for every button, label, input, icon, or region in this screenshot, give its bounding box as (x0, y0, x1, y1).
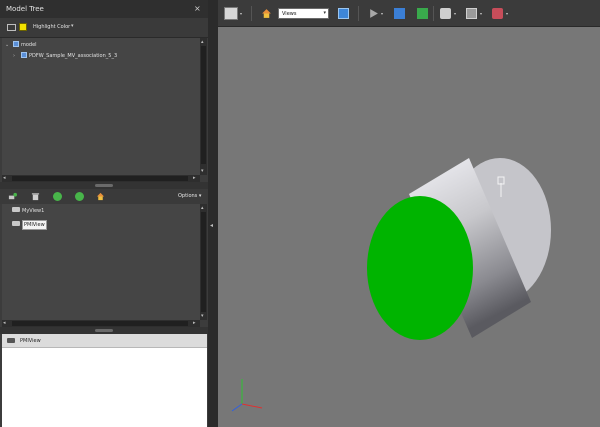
previous-view-icon[interactable] (53, 192, 62, 201)
views-select[interactable]: Views ▾ (278, 8, 329, 19)
navigation-mode-icon[interactable] (440, 8, 451, 19)
trash-icon[interactable] (31, 192, 40, 201)
model-tree-toolbar: Highlight Color ▾ (0, 18, 208, 38)
scroll-thumb[interactable] (12, 321, 188, 326)
main-toolbar: ▾ Views ▾ ▾ ▾ ▾ ▾ (218, 0, 600, 27)
options-menu[interactable]: Options ▾ (178, 193, 201, 199)
view-label: PMIView (22, 220, 47, 230)
splitter-grip[interactable] (95, 329, 113, 332)
chevron-down-icon[interactable]: ▾ (506, 11, 508, 16)
3d-viewport[interactable] (218, 27, 600, 427)
scroll-down-icon[interactable]: ▾ (201, 313, 204, 319)
render-mode-icon[interactable] (394, 8, 405, 19)
panel-splitter[interactable] (0, 327, 208, 334)
views-list: MyView1 PMIView (2, 204, 200, 320)
views-select-value: Views (282, 11, 297, 17)
tree-item-model[interactable]: ⌄ model (5, 41, 37, 51)
part-icon (21, 52, 27, 58)
views-vertical-scrollbar[interactable]: ▴ ▾ (200, 204, 207, 320)
scroll-left-icon[interactable]: ◂ (3, 175, 6, 181)
scroll-right-icon[interactable]: ▸ (193, 320, 196, 326)
scroll-up-icon[interactable]: ▴ (201, 205, 204, 211)
collapse-icon[interactable]: ⌄ (5, 42, 13, 48)
tree-item-label: model (21, 42, 37, 48)
view-label: MyView1 (22, 208, 45, 214)
views-toolbar: Options ▾ (0, 189, 208, 204)
scroll-thumb[interactable] (12, 176, 188, 181)
view-item-pmiview[interactable]: PMIView (12, 220, 47, 230)
collapse-left-icon[interactable]: ◂ (210, 222, 213, 229)
z-axis-line (231, 403, 243, 412)
x-axis-line (241, 403, 263, 409)
home-icon[interactable] (96, 192, 105, 201)
scroll-left-icon[interactable]: ◂ (3, 320, 6, 326)
pmi-panel-title: PMIView (20, 338, 41, 344)
model-icon (13, 41, 19, 47)
scroll-up-icon[interactable]: ▴ (201, 39, 204, 45)
scroll-thumb[interactable] (201, 46, 206, 164)
toolbar-separator (433, 6, 434, 21)
tree-horizontal-scrollbar[interactable]: ◂ ▸ (2, 175, 200, 182)
chevron-down-icon[interactable]: ▾ (323, 10, 326, 16)
model-tree-header: Model Tree × (0, 0, 208, 18)
expand-icon[interactable]: › (13, 53, 21, 59)
pmi-panel-body (2, 348, 207, 427)
tree-item-part[interactable]: › PDFW_Sample_MV_association_5_3 (13, 52, 117, 62)
orientation-icon[interactable] (224, 7, 238, 20)
chevron-down-icon[interactable]: ▾ (71, 23, 74, 29)
model-tree-toggle-icon[interactable] (338, 8, 349, 19)
chevron-down-icon[interactable]: ▾ (480, 11, 482, 16)
paint-icon[interactable] (492, 8, 503, 19)
toolbar-separator (358, 6, 359, 21)
left-panel: Model Tree × Highlight Color ▾ ⌄ model › P… (0, 0, 208, 427)
add-view-icon[interactable] (8, 192, 17, 201)
scroll-right-icon[interactable]: ▸ (193, 175, 196, 181)
chevron-down-icon[interactable]: ▾ (454, 11, 456, 16)
panel-splitter[interactable] (0, 182, 208, 189)
model-tree-title: Model Tree (6, 5, 44, 13)
play-icon[interactable] (368, 8, 379, 19)
camera-icon (12, 207, 20, 212)
tree-vertical-scrollbar[interactable]: ▴ ▾ (200, 38, 207, 175)
camera-icon (12, 221, 20, 226)
cylinder[interactable] (367, 158, 551, 340)
model-tree-list: ⌄ model › PDFW_Sample_MV_association_5_3 (2, 38, 200, 175)
highlight-color-swatch[interactable] (19, 23, 27, 31)
toolbar-separator (251, 6, 252, 21)
next-view-icon[interactable] (75, 192, 84, 201)
shaded-mode-icon[interactable] (417, 8, 428, 19)
close-icon[interactable]: × (194, 4, 201, 13)
tree-item-label: PDFW_Sample_MV_association_5_3 (29, 53, 118, 59)
options-label: Options (178, 193, 198, 199)
scroll-down-icon[interactable]: ▾ (201, 168, 204, 174)
camera-icon (7, 338, 15, 343)
chevron-down-icon[interactable]: ▾ (381, 11, 383, 16)
3d-scene[interactable] (218, 27, 600, 427)
scroll-thumb[interactable] (201, 212, 206, 312)
home-view-icon[interactable] (261, 8, 272, 19)
views-horizontal-scrollbar[interactable]: ◂ ▸ (2, 320, 200, 327)
panel-collapse-strip[interactable]: ◂ (208, 0, 218, 427)
tree-options-icon[interactable] (7, 24, 16, 31)
chevron-down-icon[interactable]: ▾ (240, 11, 242, 16)
projection-icon[interactable] (466, 8, 477, 19)
splitter-grip[interactable] (95, 184, 113, 187)
highlight-color-label[interactable]: Highlight Color (33, 24, 70, 30)
view-item-myview1[interactable]: MyView1 (12, 207, 44, 214)
axis-triad (231, 379, 263, 412)
pmi-panel-header: PMIView (2, 334, 207, 348)
cylinder-front-face[interactable] (367, 196, 473, 340)
